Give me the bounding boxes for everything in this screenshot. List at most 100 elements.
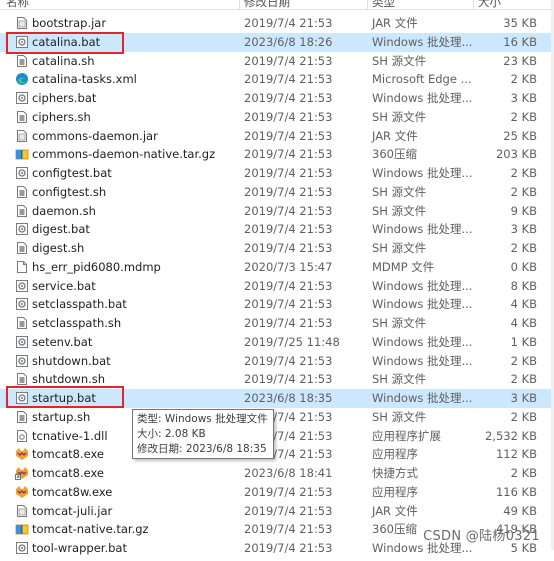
file-date: 2019/7/4 21:53 (244, 128, 333, 143)
file-row[interactable]: startup.sh 2019/7/4 21:53 SH 源文件 2 KB (0, 408, 554, 427)
file-name: shutdown.bat (32, 353, 111, 368)
column-header: 名称 修改日期 类型 大小 (0, 0, 554, 10)
file-row[interactable]: daemon.sh 2019/7/4 21:53 SH 源文件 9 KB (0, 202, 554, 221)
file-name: service.bat (32, 278, 96, 293)
file-list: bootstrap.jar 2019/7/4 21:53 JAR 文件 35 KB ca… (0, 14, 554, 558)
file-type: 快捷方式 (372, 466, 418, 480)
file-type: SH 源文件 (372, 241, 427, 255)
file-type: Windows 批处理... (372, 297, 473, 312)
file-name: hs_err_pid6080.mdmp (32, 259, 161, 274)
sh-file-icon (15, 410, 29, 424)
file-size: 8 KB (510, 278, 537, 293)
file-size: 2 KB (510, 166, 537, 180)
file-size: 23 KB (503, 53, 537, 68)
file-type: Windows 批处理... (372, 91, 473, 105)
batch-file-icon (15, 297, 29, 311)
file-size: 25 KB (503, 128, 537, 143)
tooltip-type: 类型: Windows 批处理文件 (137, 413, 268, 425)
file-date: 2019/7/4 21:53 (244, 109, 333, 124)
column-divider[interactable] (473, 0, 474, 9)
column-type-header[interactable]: 类型 (372, 0, 395, 9)
file-row[interactable]: setclasspath.bat 2019/7/4 21:53 Windows 批处… (0, 295, 554, 314)
file-date: 2019/7/4 21:53 (244, 353, 333, 368)
file-date: 2019/7/4 21:53 (244, 72, 333, 87)
file-row[interactable]: bootstrap.jar 2019/7/4 21:53 JAR 文件 35 KB (0, 14, 554, 33)
file-date: 2019/7/4 21:53 (244, 241, 333, 255)
file-name: tomcat8w.exe (32, 484, 113, 499)
file-name: digest.sh (32, 241, 85, 255)
file-date: 2019/7/4 21:53 (244, 184, 333, 199)
file-date: 2019/7/4 21:53 (244, 503, 333, 518)
file-row[interactable]: configtest.sh 2019/7/4 21:53 SH 源文件 2 KB (0, 183, 554, 202)
column-date-header[interactable]: 修改日期 (244, 0, 290, 9)
file-row[interactable]: setenv.bat 2019/7/25 11:48 Windows 批处理... 1… (0, 333, 554, 352)
file-type: Windows 批处理... (372, 34, 473, 49)
file-size: 49 KB (503, 503, 537, 518)
file-row[interactable]: tomcat8.exe 2023/6/8 18:41 快捷方式 2 KB (0, 464, 554, 483)
file-date: 2023/6/8 18:26 (244, 34, 333, 49)
file-row[interactable]: tomcat8w.exe 2019/7/4 21:53 应用程序 116 KB (0, 483, 554, 502)
file-type: SH 源文件 (372, 53, 427, 68)
file-type: Windows 批处理... (372, 334, 473, 349)
sh-file-icon (15, 372, 29, 386)
file-row[interactable]: ciphers.sh 2019/7/4 21:53 SH 源文件 2 KB (0, 108, 554, 127)
batch-file-icon (15, 279, 29, 293)
batch-file-icon (15, 335, 29, 349)
file-name: tomcat8.exe (32, 447, 104, 462)
file-row[interactable]: tomcat8.exe 2019/7/4 21:53 应用程序 112 KB (0, 445, 554, 464)
highlight-box-startup (6, 386, 124, 408)
file-row[interactable]: configtest.bat 2019/7/4 21:53 Windows 批处理.… (0, 164, 554, 183)
file-row[interactable]: hs_err_pid6080.mdmp 2020/7/3 15:47 MDMP 文件… (0, 258, 554, 277)
file-row[interactable]: tomcat-juli.jar 2019/7/4 21:53 JAR 文件 49 KB (0, 502, 554, 521)
file-date: 2019/7/4 21:53 (244, 541, 333, 555)
file-name: tool-wrapper.bat (32, 541, 127, 555)
file-date: 2019/7/4 21:53 (244, 484, 333, 499)
file-name: commons-daemon-native.tar.gz (32, 147, 216, 162)
file-row[interactable]: catalina-tasks.xml 2019/7/4 21:53 Microsof… (0, 70, 554, 89)
column-divider[interactable] (367, 0, 368, 9)
file-date: 2019/7/4 21:53 (244, 203, 333, 218)
file-row[interactable]: service.bat 2019/7/4 21:53 Windows 批处理... 8… (0, 277, 554, 296)
file-name: configtest.sh (32, 184, 107, 199)
column-divider[interactable] (239, 0, 240, 9)
file-size: 16 KB (503, 34, 537, 49)
file-row[interactable]: tcnative-1.dll 2019/7/4 21:53 应用程序扩展 2,532 … (0, 427, 554, 446)
file-row[interactable]: digest.bat 2019/7/4 21:53 Windows 批处理... 3 … (0, 220, 554, 239)
file-type: JAR 文件 (372, 128, 418, 143)
file-name: ciphers.bat (32, 91, 97, 105)
file-type: SH 源文件 (372, 372, 427, 387)
file-name: tomcat8.exe (32, 466, 104, 480)
file-row[interactable]: commons-daemon-native.tar.gz 2019/7/4 21:… (0, 145, 554, 164)
column-name-header[interactable]: 名称 (6, 0, 29, 9)
file-row[interactable]: shutdown.bat 2019/7/4 21:53 Windows 批处理...… (0, 352, 554, 371)
file-name: daemon.sh (32, 203, 96, 218)
file-type: Windows 批处理... (372, 391, 473, 405)
file-type: 应用程序 (372, 447, 418, 462)
sh-file-icon (15, 110, 29, 124)
file-name: setenv.bat (32, 334, 93, 349)
file-size: 2 KB (510, 353, 537, 368)
file-size: 35 KB (503, 16, 537, 30)
file-type: 360压缩 (372, 147, 417, 162)
file-size: 1 KB (510, 334, 537, 349)
file-size: 2 KB (510, 109, 537, 124)
tooltip-size: 大小: 2.08 KB (137, 428, 206, 440)
file-row[interactable]: setclasspath.sh 2019/7/4 21:53 SH 源文件 4 KB (0, 314, 554, 333)
file-row[interactable]: ciphers.bat 2019/7/4 21:53 Windows 批处理... 3… (0, 89, 554, 108)
archive-file-icon (15, 147, 29, 161)
file-type: JAR 文件 (372, 503, 418, 518)
file-row[interactable]: catalina.sh 2019/7/4 21:53 SH 源文件 23 KB (0, 52, 554, 71)
file-date: 2023/6/8 18:41 (244, 466, 333, 480)
file-size: 9 KB (510, 203, 537, 218)
file-date: 2019/7/4 21:53 (244, 372, 333, 387)
file-date: 2019/7/25 11:48 (244, 334, 340, 349)
highlight-box-catalina (6, 32, 124, 54)
file-size: 2 KB (510, 241, 537, 255)
file-type: 360压缩 (372, 522, 417, 537)
file-type: SH 源文件 (372, 203, 427, 218)
column-size-header[interactable]: 大小 (478, 0, 501, 9)
batch-file-icon (15, 91, 29, 105)
file-row[interactable]: commons-daemon.jar 2019/7/4 21:53 JAR 文件 25… (0, 127, 554, 146)
file-row[interactable]: digest.sh 2019/7/4 21:53 SH 源文件 2 KB (0, 239, 554, 258)
file-size: 0 KB (510, 259, 537, 274)
